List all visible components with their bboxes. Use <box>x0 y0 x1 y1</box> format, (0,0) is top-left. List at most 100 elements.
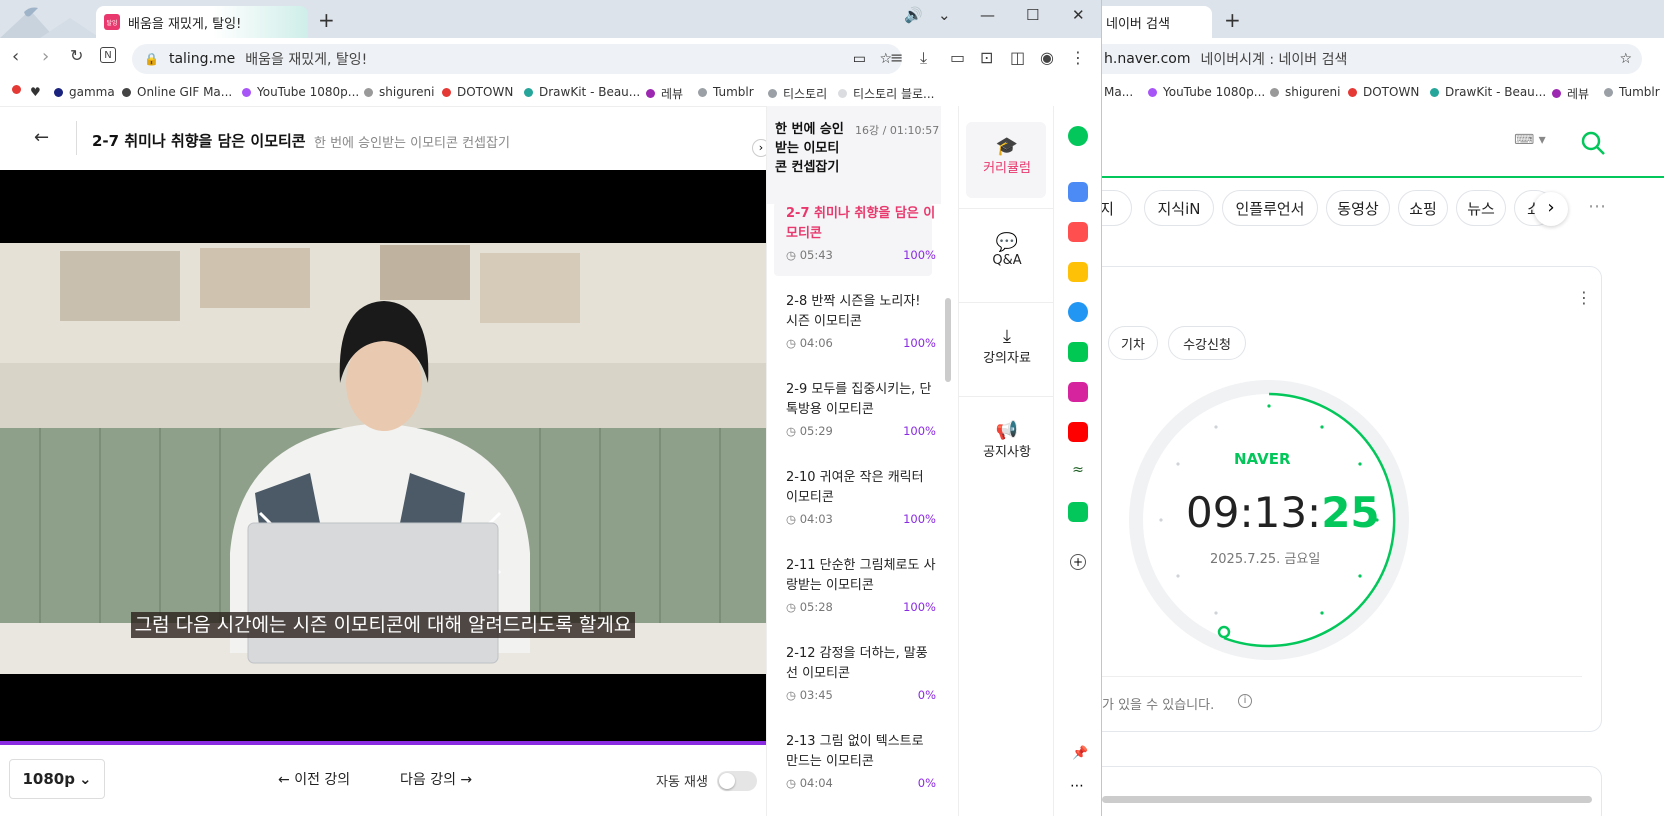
address-bar[interactable]: h.naver.com 네이버시계 : 네이버 검색 ☆ <box>1102 44 1642 74</box>
course-title: 한 번에 승인받는 이모티콘 컨셉잡기 <box>314 136 510 151</box>
notice-button[interactable]: 📢 공지사항 <box>959 420 1055 460</box>
chip-registration[interactable]: 수강신청 <box>1168 326 1246 360</box>
bookmark-item[interactable]: DOTOWN <box>442 85 513 99</box>
bookmark-item[interactable]: ♥ <box>30 85 41 99</box>
scroll-right-chevron-icon[interactable]: › <box>1534 192 1568 226</box>
bookmark-item[interactable]: Tumblr <box>1604 85 1660 99</box>
autoplay-toggle[interactable] <box>717 771 757 791</box>
cast-icon[interactable]: ▭ <box>853 51 866 67</box>
clock-icon: ◷ 05:43 <box>786 248 833 262</box>
lesson-item[interactable]: 2-8 반짝 시즌을 노리자! 시즌 이모티콘 ◷ 04:06 100% <box>786 292 936 350</box>
address-bar[interactable]: 🔒 taling.me 배움을 재밌게, 탈잉! ▭ ☆ <box>132 44 902 74</box>
reload-icon[interactable]: ↻ <box>70 46 83 65</box>
info-icon[interactable]: i <box>1238 694 1252 708</box>
more-dots-icon[interactable]: ⋯ <box>1588 196 1606 217</box>
taling-favicon-icon: 탈잉 <box>104 14 120 30</box>
new-tab-button[interactable]: + <box>318 8 335 32</box>
calendar-app-icon[interactable] <box>1068 182 1088 202</box>
bookmark-item[interactable]: 레뷰 <box>646 85 683 102</box>
globe-app-icon[interactable] <box>1068 302 1088 322</box>
bookmark-item[interactable]: YouTube 1080p... <box>1148 85 1265 99</box>
youtube-icon[interactable] <box>1068 422 1088 442</box>
materials-button[interactable]: ⤓ 강의자료 <box>959 326 1055 366</box>
taling-browser-window: 탈잉 배움을 재밌게, 탈잉! + 🔊 ⌄ — ☐ ✕ ‹ › ↻ N 🔒 ta… <box>0 0 1102 816</box>
speaker-icon[interactable]: 🔊 <box>904 6 923 24</box>
new-tab-button[interactable]: + <box>1224 8 1241 32</box>
lesson-item[interactable]: 2-9 모두를 집중시키는, 단톡방용 이모티콘 ◷ 05:29 100% <box>786 380 936 438</box>
tab-naver[interactable]: 네이버 검색 <box>1102 6 1212 38</box>
naver-app-icon[interactable] <box>1068 502 1088 522</box>
bookmark-item[interactable]: gamma <box>54 85 115 99</box>
menu-kebab-icon[interactable]: ⋮ <box>1070 48 1086 67</box>
search-icon[interactable] <box>1580 130 1606 156</box>
close-window-button[interactable]: ✕ <box>1072 6 1085 24</box>
chip-train[interactable]: 기차 <box>1108 326 1158 360</box>
video-player[interactable]: 그럼 다음 시간에는 시즌 이모티콘에 대해 알려드리도록 할게요 <box>0 170 766 745</box>
lesson-item[interactable]: 2-12 감정을 더하는, 말풍선 이모티콘 ◷ 03:45 0% <box>786 644 936 702</box>
download-icon[interactable]: ⤓ <box>920 48 927 68</box>
naver-extension-icon[interactable]: N <box>100 47 116 63</box>
more-icon[interactable]: ⋯ <box>1070 778 1084 794</box>
maximize-button[interactable]: ☐ <box>1026 6 1039 24</box>
minimize-button[interactable]: — <box>980 6 995 24</box>
add-app-icon[interactable]: + <box>1070 554 1086 570</box>
back-arrow-icon[interactable]: ← <box>34 127 49 148</box>
bookmark-item[interactable]: DrawKit - Beau... <box>1430 85 1546 99</box>
bookmark-item[interactable]: DrawKit - Beau... <box>524 85 640 99</box>
playlist-title: 한 번에 승인받는 이모티콘 컨셉잡기 <box>775 122 844 175</box>
clock-icon: ◷ 03:45 <box>786 688 833 702</box>
reading-list-icon[interactable]: ≡ <box>890 48 903 67</box>
bookmark-item[interactable]: Ma... <box>1104 85 1133 99</box>
next-card <box>1102 766 1602 816</box>
video-icon[interactable]: ▭ <box>950 48 965 67</box>
bookmark-item[interactable] <box>12 85 21 94</box>
bookmark-star-icon[interactable]: ☆ <box>1619 51 1632 67</box>
bookmark-item[interactable]: DOTOWN <box>1348 85 1419 99</box>
horizontal-scrollbar[interactable] <box>1102 796 1592 803</box>
search-tab-chip[interactable]: 뉴스 <box>1456 190 1506 226</box>
browser-toolbar: ‹ › ↻ N 🔒 taling.me 배움을 재밌게, 탈잉! ▭ ☆ ≡ ⤓… <box>0 38 1101 78</box>
next-lesson-button[interactable]: 다음 강의 → <box>400 769 472 789</box>
search-tab-chip[interactable]: 동영상 <box>1326 190 1390 226</box>
address-host: taling.me <box>168 51 236 67</box>
green-circle-app-icon[interactable] <box>1068 126 1088 146</box>
bookmark-item[interactable]: Online GIF Ma... <box>122 85 232 99</box>
lesson-item-active[interactable]: 2-7 취미나 취향을 담은 이모티콘 ◷ 05:43 100% <box>786 204 936 262</box>
stock-chart-icon[interactable]: ≈ <box>1068 462 1088 482</box>
star-app-icon[interactable] <box>1068 262 1088 282</box>
site-info-icon[interactable]: 🔒 <box>144 52 159 66</box>
lesson-item[interactable]: 2-11 단순한 그림체로도 사랑받는 이모티콘 ◷ 05:28 100% <box>786 556 936 614</box>
playlist-scrollbar[interactable] <box>945 298 951 382</box>
lesson-item[interactable]: 2-10 귀여운 작은 캐릭터 이모티콘 ◷ 04:03 100% <box>786 468 936 526</box>
split-view-icon[interactable]: ◫ <box>1010 48 1025 67</box>
bookmark-item[interactable]: shigureni <box>1270 85 1340 99</box>
keyboard-icon[interactable]: ⌨ ▾ <box>1514 132 1546 148</box>
bookmark-item[interactable]: 티스토리 블로... <box>838 85 935 102</box>
webtoon-app-icon[interactable] <box>1068 342 1088 362</box>
tab-search-chevron-icon[interactable]: ⌄ <box>938 6 951 24</box>
bookmark-item[interactable]: shigureni <box>364 85 434 99</box>
bookmark-item[interactable]: 티스토리 <box>768 85 827 102</box>
forward-icon[interactable]: › <box>42 46 49 67</box>
instagram-icon[interactable] <box>1068 382 1088 402</box>
lesson-item[interactable]: 2-13 그림 없이 텍스트로 만드는 이모티콘 ◷ 04:04 0% <box>786 732 936 790</box>
quality-select[interactable]: 1080p ⌄ <box>9 759 105 799</box>
search-tab-chip[interactable]: 쇼핑 <box>1398 190 1448 226</box>
prev-lesson-button[interactable]: ← 이전 강의 <box>278 769 350 789</box>
back-icon[interactable]: ‹ <box>12 46 19 67</box>
screenshot-icon[interactable]: ⊡ <box>980 48 993 67</box>
search-tab-chip[interactable]: 지 <box>1102 190 1132 226</box>
pin-icon[interactable]: 📌 <box>1072 746 1088 761</box>
card-menu-icon[interactable]: ⋮ <box>1576 288 1592 307</box>
bookmark-item[interactable]: Tumblr <box>698 85 754 99</box>
curriculum-button[interactable]: 🎓 커리큘럼 <box>959 136 1055 176</box>
bookmark-item[interactable]: 레뷰 <box>1552 85 1589 102</box>
profile-icon[interactable]: ◉ <box>1040 48 1054 67</box>
search-tab-chip[interactable]: 인플루언서 <box>1222 190 1318 226</box>
search-tab-chip[interactable]: 지식iN <box>1144 190 1214 226</box>
tab-taling[interactable]: 탈잉 배움을 재밌게, 탈잉! <box>96 6 308 38</box>
bookmark-item[interactable]: YouTube 1080p... <box>242 85 359 99</box>
heart-app-icon[interactable] <box>1068 222 1088 242</box>
twitter-theme-decoration <box>0 7 100 38</box>
qna-button[interactable]: 💬 Q&A <box>959 232 1055 268</box>
